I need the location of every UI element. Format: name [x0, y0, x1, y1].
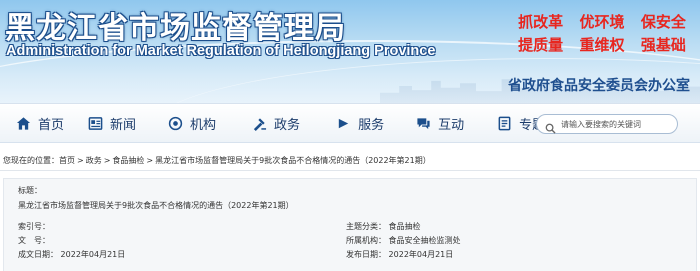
site-header-banner: 黑龙江省市场监督管理局 Administration for Market Re…: [0, 0, 700, 103]
divider: [0, 170, 700, 171]
nav-item-government-affairs[interactable]: 政务: [252, 103, 300, 143]
docno-label: 文 号：: [18, 236, 50, 245]
committee-label: 省政府食品安全委员会办公室: [508, 78, 690, 94]
category-row: 主题分类： 食品抽检: [346, 221, 421, 232]
slogan: 抓改革: [518, 13, 564, 31]
title-label: 标题：: [18, 186, 42, 195]
slogan: 保安全: [640, 13, 686, 31]
main-nav: 首页 新闻 机构 政务 服务 互动 专题: [0, 103, 700, 143]
breadcrumb-prefix: 您现在的位置：: [3, 156, 59, 165]
home-icon: [16, 116, 31, 131]
breadcrumb: 您现在的位置： 首页 > 政务 > 食品抽检 > 黑龙江省市场监督管理局关于9批…: [3, 155, 431, 166]
org-row: 所属机构： 食品安全抽检监测处: [346, 235, 461, 246]
nav-item-label: 服务: [358, 117, 385, 133]
site-subtitle: Administration for Market Regulation of …: [6, 43, 436, 59]
breadcrumb-separator: >: [77, 156, 84, 165]
index-row: 索引号：: [18, 221, 50, 232]
created-row: 成文日期： 2022年04月21日: [18, 249, 125, 260]
slogan: 优环境: [579, 13, 625, 31]
nav-item-label: 新闻: [110, 117, 137, 133]
service-icon: [336, 116, 351, 131]
nav-item-home[interactable]: 首页: [16, 103, 64, 143]
nav-item-interaction[interactable]: 互动: [416, 103, 464, 143]
created-value: 2022年04月21日: [60, 250, 126, 259]
search-input[interactable]: [561, 119, 673, 129]
search-icon[interactable]: [545, 119, 556, 134]
category-label: 主题分类：: [346, 222, 386, 231]
publish-label: 发布日期：: [346, 250, 386, 259]
institution-icon: [168, 116, 183, 131]
slogan-grid: 抓改革 优环境 保安全 提质量 重维权 强基础: [512, 11, 692, 55]
nav-item-label: 互动: [438, 117, 465, 133]
nav-item-news[interactable]: 新闻: [88, 103, 136, 143]
interaction-icon: [416, 116, 431, 131]
nav-item-label: 政务: [274, 117, 301, 133]
org-label: 所属机构：: [346, 236, 386, 245]
docno-row: 文 号：: [18, 235, 50, 246]
breadcrumb-current: 黑龙江省市场监督管理局关于9批次食品不合格情况的通告（2022年第21期）: [155, 156, 431, 165]
breadcrumb-link-government-affairs[interactable]: 政务: [86, 155, 102, 166]
breadcrumb-separator: >: [146, 156, 154, 165]
breadcrumb-link-home[interactable]: 首页: [59, 155, 75, 166]
nav-item-label: 机构: [190, 117, 217, 133]
index-label: 索引号：: [18, 222, 50, 231]
slogan: 重维权: [579, 36, 625, 54]
publish-row: 发布日期： 2022年04月21日: [346, 249, 453, 260]
category-value: 食品抽检: [388, 222, 421, 231]
nav-item-label: 首页: [38, 117, 65, 133]
search-box[interactable]: [536, 114, 678, 134]
slogan: 强基础: [640, 36, 686, 54]
title-row: 标题：: [18, 185, 42, 196]
nav-item-service[interactable]: 服务: [336, 103, 384, 143]
breadcrumb-link-food-sampling[interactable]: 食品抽检: [112, 155, 144, 166]
title-value-row: 黑龙江省市场监督管理局关于9批次食品不合格情况的通告（2022年第21期）: [18, 200, 294, 211]
title-value: 黑龙江省市场监督管理局关于9批次食品不合格情况的通告（2022年第21期）: [18, 201, 294, 210]
created-label: 成文日期：: [18, 250, 58, 259]
government-affairs-icon: [252, 116, 267, 131]
publish-value: 2022年04月21日: [388, 250, 454, 259]
org-value: 食品安全抽检监测处: [388, 236, 461, 245]
site-title[interactable]: 黑龙江省市场监督管理局: [5, 3, 346, 47]
topic-icon: [497, 116, 512, 131]
document-info-panel: 标题： 黑龙江省市场监督管理局关于9批次食品不合格情况的通告（2022年第21期…: [3, 178, 697, 271]
news-icon: [88, 116, 103, 131]
breadcrumb-separator: >: [103, 156, 111, 165]
slogan: 提质量: [518, 36, 564, 54]
nav-item-institution[interactable]: 机构: [168, 103, 216, 143]
